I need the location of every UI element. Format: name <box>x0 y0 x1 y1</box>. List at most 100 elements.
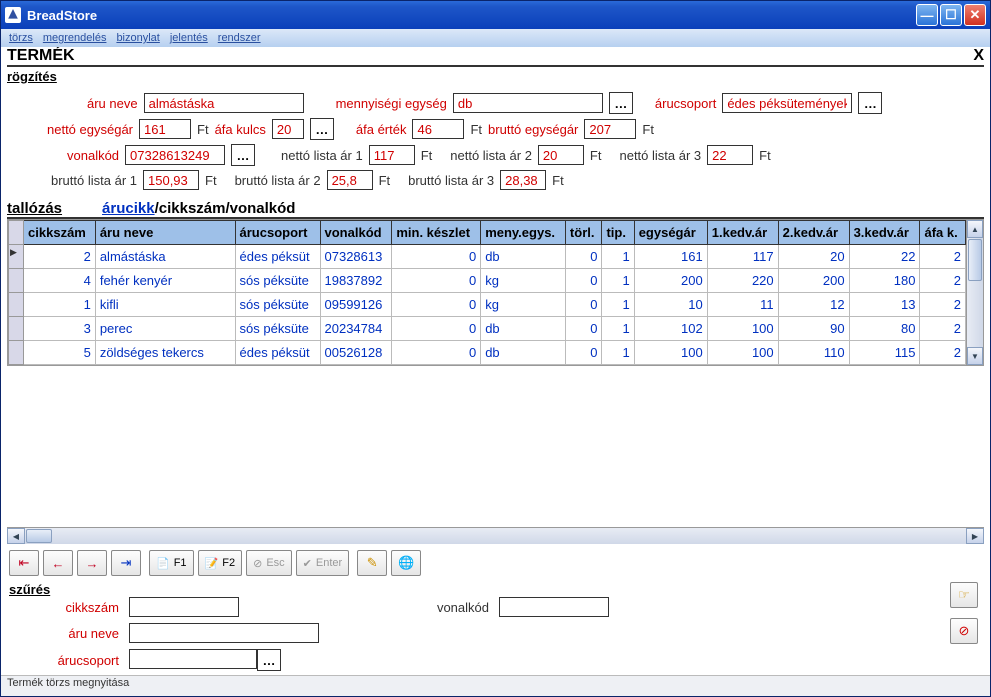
cell[interactable]: 0 <box>392 317 481 341</box>
cell[interactable]: édes péksüt <box>235 341 320 365</box>
cell[interactable]: 0 <box>565 317 602 341</box>
nav-next-button[interactable]: → <box>77 550 107 576</box>
lookup-vonalkod[interactable]: … <box>231 144 255 166</box>
cell[interactable]: db <box>481 341 566 365</box>
cell[interactable]: 5 <box>24 341 96 365</box>
cell[interactable]: 00526128 <box>320 341 392 365</box>
esc-button[interactable]: ⊘Esc <box>246 550 292 576</box>
cell[interactable]: 1 <box>602 293 634 317</box>
col-header[interactable]: áru neve <box>95 221 235 245</box>
input-afa-kulcs[interactable] <box>272 119 304 139</box>
cell[interactable]: 13 <box>849 293 920 317</box>
cell[interactable]: 2 <box>920 341 966 365</box>
cell[interactable]: 0 <box>392 341 481 365</box>
f1-button[interactable]: 📄F1 <box>149 550 194 576</box>
nav-prev-button[interactable]: ← <box>43 550 73 576</box>
enter-button[interactable]: ✔Enter <box>296 550 350 576</box>
cell[interactable]: 200 <box>634 269 707 293</box>
cell[interactable]: almástáska <box>95 245 235 269</box>
cell[interactable]: 0 <box>565 293 602 317</box>
cell[interactable]: sós péksüte <box>235 293 320 317</box>
filter-lookup-arucsoport[interactable]: … <box>257 649 281 671</box>
input-netto-lista3[interactable] <box>707 145 753 165</box>
cell[interactable]: sós péksüte <box>235 269 320 293</box>
cell[interactable]: 0 <box>392 293 481 317</box>
cell[interactable]: 115 <box>849 341 920 365</box>
cell[interactable]: 180 <box>849 269 920 293</box>
cell[interactable]: 2 <box>920 293 966 317</box>
row-handle[interactable] <box>9 341 24 365</box>
scroll-up-icon[interactable]: ▲ <box>967 220 983 238</box>
row-handle[interactable] <box>9 245 24 269</box>
cell[interactable]: sós péksüte <box>235 317 320 341</box>
col-header[interactable]: tip. <box>602 221 634 245</box>
input-brutto-lista1[interactable] <box>143 170 199 190</box>
cell[interactable]: 19837892 <box>320 269 392 293</box>
nav-first-button[interactable]: ⇤ <box>9 550 39 576</box>
cell[interactable]: kifli <box>95 293 235 317</box>
menu-bizonylat[interactable]: bizonylat <box>116 32 159 44</box>
cell[interactable]: 102 <box>634 317 707 341</box>
input-netto-lista2[interactable] <box>538 145 584 165</box>
cell[interactable]: 2 <box>920 269 966 293</box>
cell[interactable]: 20 <box>778 245 849 269</box>
scroll-right-icon[interactable]: ▶ <box>966 528 984 544</box>
col-header[interactable]: meny.egys. <box>481 221 566 245</box>
cell[interactable]: 09599126 <box>320 293 392 317</box>
cell[interactable]: 3 <box>24 317 96 341</box>
cell[interactable]: 80 <box>849 317 920 341</box>
scroll-left-icon[interactable]: ◀ <box>7 528 25 544</box>
cell[interactable]: 4 <box>24 269 96 293</box>
cell[interactable]: 100 <box>707 341 778 365</box>
minimize-button[interactable]: — <box>916 4 938 26</box>
input-brutto-lista2[interactable] <box>327 170 373 190</box>
menu-jelentes[interactable]: jelentés <box>170 32 208 44</box>
breadcrumb-link[interactable]: árucikk <box>102 200 155 217</box>
cell[interactable]: perec <box>95 317 235 341</box>
cell[interactable]: 117 <box>707 245 778 269</box>
cell[interactable]: 1 <box>602 245 634 269</box>
input-brutto-lista3[interactable] <box>500 170 546 190</box>
cell[interactable]: 1 <box>602 317 634 341</box>
maximize-button[interactable]: ☐ <box>940 4 962 26</box>
menu-rendszer[interactable]: rendszer <box>218 32 261 44</box>
lookup-afa-kulcs[interactable]: … <box>310 118 334 140</box>
cell[interactable]: 2 <box>24 245 96 269</box>
col-header[interactable]: 1.kedv.ár <box>707 221 778 245</box>
input-aru-neve[interactable] <box>144 93 304 113</box>
vertical-scrollbar[interactable]: ▲ ▼ <box>966 220 983 365</box>
nav-last-button[interactable]: ⇥ <box>111 550 141 576</box>
cell[interactable]: 200 <box>778 269 849 293</box>
clear-filter-button[interactable]: ⊘ <box>950 618 978 644</box>
col-header[interactable]: törl. <box>565 221 602 245</box>
cell[interactable]: 20234784 <box>320 317 392 341</box>
cell[interactable]: fehér kenyér <box>95 269 235 293</box>
cell[interactable]: 0 <box>565 269 602 293</box>
cell[interactable]: 12 <box>778 293 849 317</box>
cell[interactable]: 11 <box>707 293 778 317</box>
cell[interactable]: 100 <box>634 341 707 365</box>
cell[interactable]: 90 <box>778 317 849 341</box>
cell[interactable]: 07328613 <box>320 245 392 269</box>
cell[interactable]: zöldséges tekercs <box>95 341 235 365</box>
scroll-down-icon[interactable]: ▼ <box>967 347 983 365</box>
row-handle[interactable] <box>9 317 24 341</box>
input-netto-lista1[interactable] <box>369 145 415 165</box>
cell[interactable]: 22 <box>849 245 920 269</box>
cell[interactable]: 220 <box>707 269 778 293</box>
scroll-hthumb[interactable] <box>26 529 52 543</box>
cell[interactable]: 10 <box>634 293 707 317</box>
input-brutto-egysegar[interactable] <box>584 119 636 139</box>
horizontal-scrollbar[interactable]: ◀ ▶ <box>7 527 984 544</box>
cell[interactable]: 1 <box>24 293 96 317</box>
cell[interactable]: db <box>481 245 566 269</box>
globe-button[interactable]: 🌐 <box>391 550 421 576</box>
input-menny-egys[interactable] <box>453 93 603 113</box>
filter-input-vonalkod[interactable] <box>499 597 609 617</box>
apply-filter-button[interactable]: ☞ <box>950 582 978 608</box>
cell[interactable]: 0 <box>565 341 602 365</box>
cell[interactable]: 2 <box>920 245 966 269</box>
close-button[interactable]: ✕ <box>964 4 986 26</box>
row-handle[interactable] <box>9 269 24 293</box>
table-row[interactable]: 4fehér kenyérsós péksüte198378920kg01200… <box>9 269 966 293</box>
